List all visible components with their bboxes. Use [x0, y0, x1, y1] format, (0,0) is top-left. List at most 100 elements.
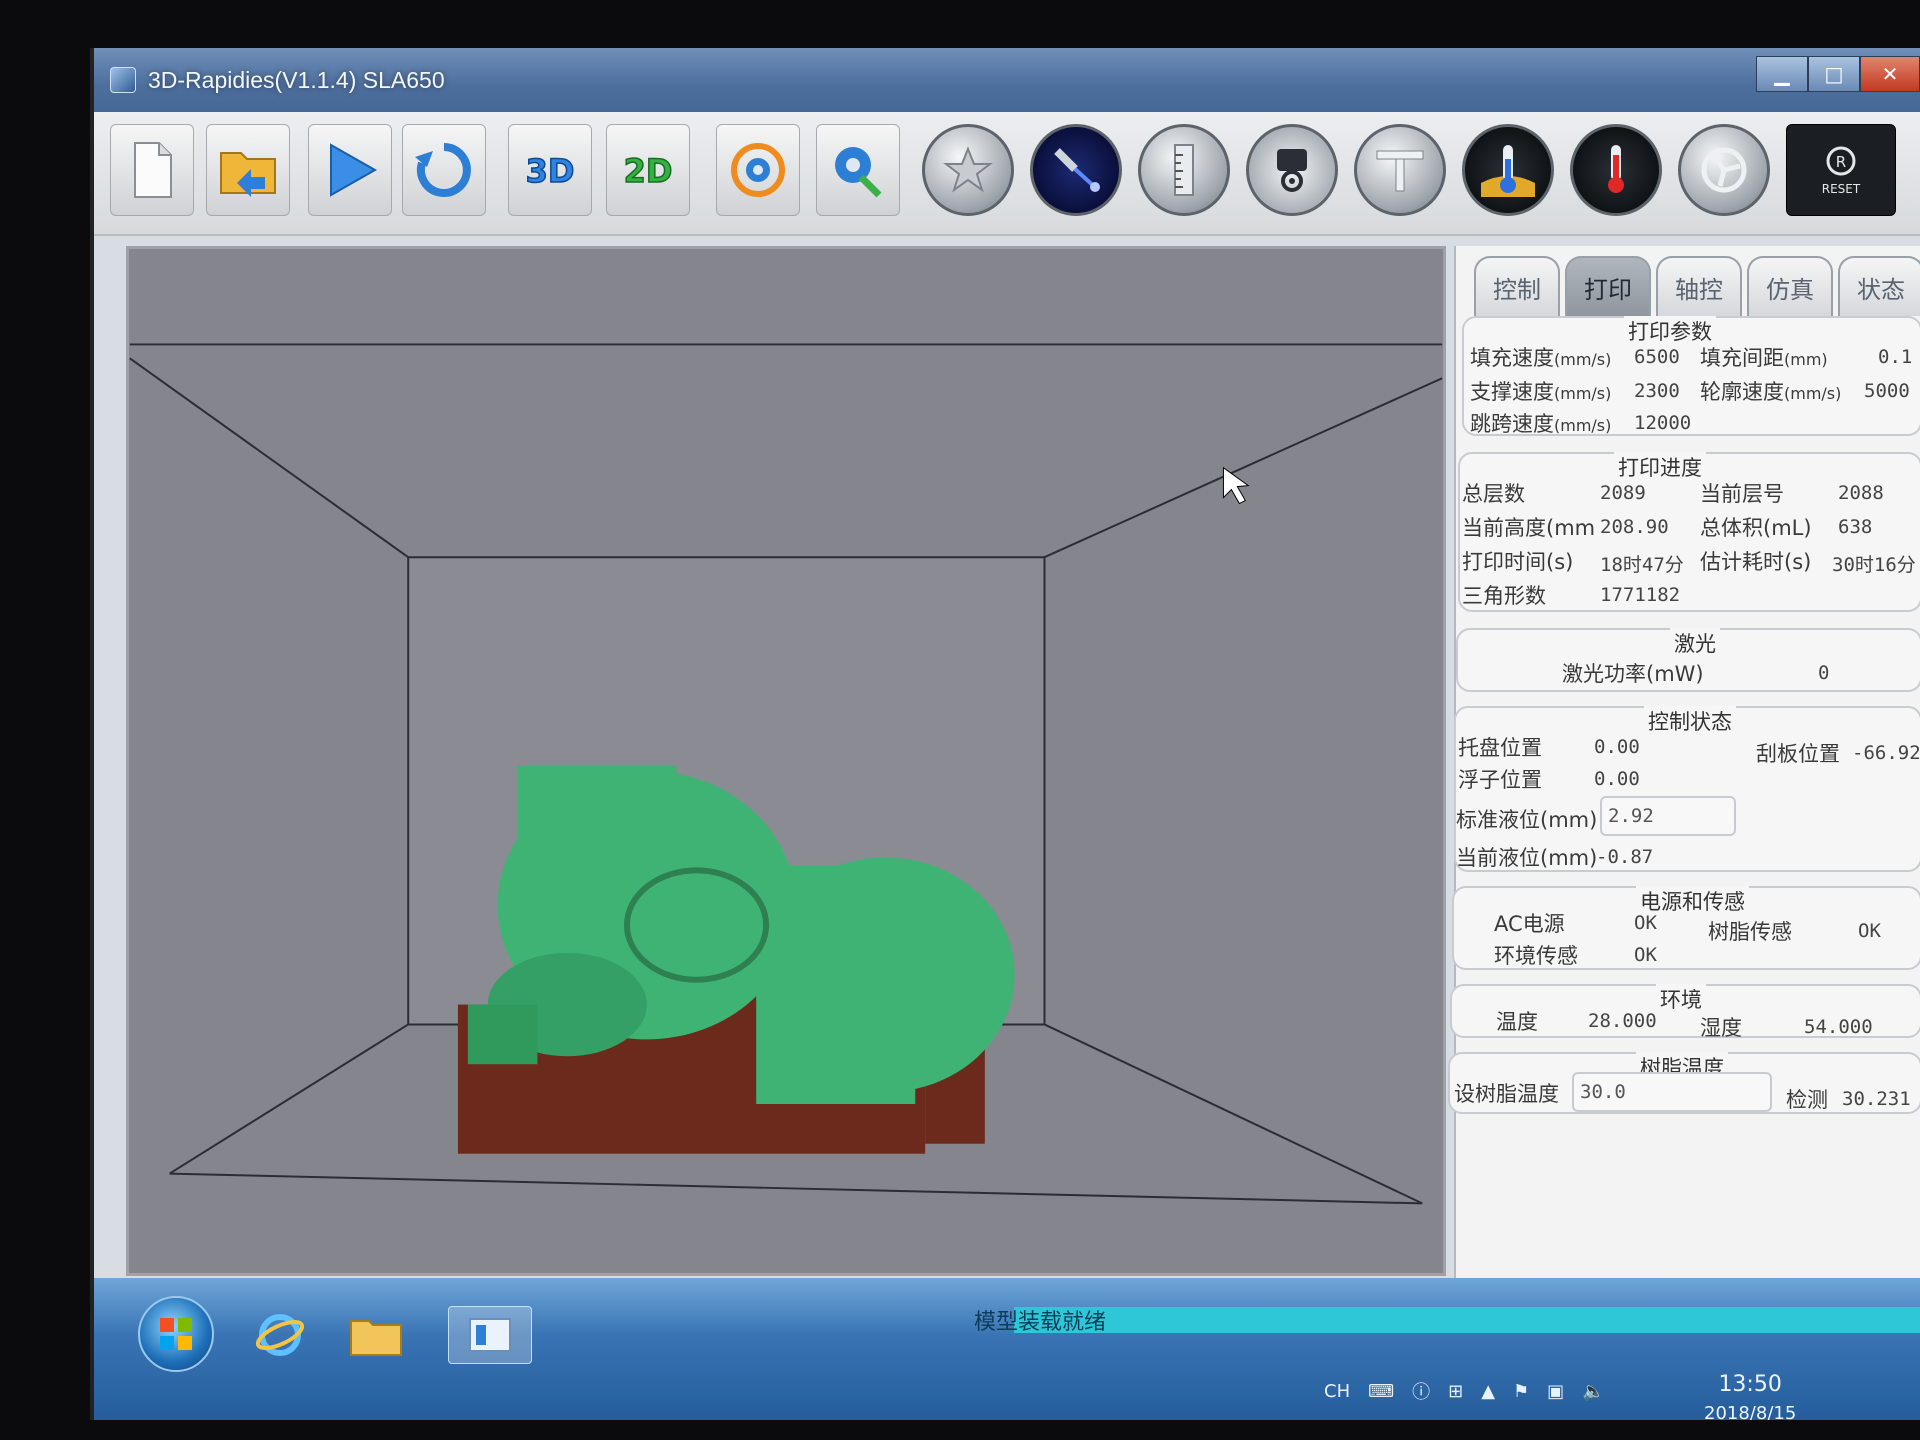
window-title: 3D-Rapidies(V1.1.4) SLA650 [148, 66, 445, 93]
refresh-icon [415, 143, 471, 197]
start-print-button[interactable] [308, 124, 392, 216]
open-file-button[interactable] [206, 124, 290, 216]
field-label: 打印时间(s) [1462, 550, 1574, 574]
start-button[interactable] [138, 1296, 214, 1372]
document-icon [134, 142, 172, 198]
monitor-frame: 3D-Rapidies(V1.1.4) SLA650 ▁ □ ✕ 3D 2D R… [0, 0, 1920, 1440]
thermometer-blue-icon [1481, 145, 1535, 197]
view-3d-button[interactable]: 3D [508, 124, 592, 216]
tab-axis[interactable]: 轴控 [1656, 256, 1742, 316]
tools-settings-button[interactable] [816, 124, 900, 216]
group-title: 激光 [1670, 628, 1720, 658]
group-title: 环境 [1656, 984, 1706, 1014]
minimize-icon[interactable]: ▁ [1756, 56, 1808, 92]
scraper-position-value: -66.92 [1852, 742, 1920, 764]
field-label: 浮子位置 [1458, 768, 1542, 792]
field-label: 总体积(mL) [1700, 516, 1812, 540]
level-button[interactable] [1138, 124, 1230, 216]
refresh-button[interactable] [402, 124, 486, 216]
resin-temp-input[interactable]: 30.0 [1572, 1072, 1772, 1112]
build-volume-render [129, 249, 1443, 1273]
tab-print[interactable]: 打印 [1565, 256, 1651, 316]
field-label: 总层数 [1462, 482, 1525, 506]
keyboard-icon[interactable]: ⌨ [1368, 1381, 1394, 1402]
unit-label: (mm) [1784, 350, 1828, 369]
field-label: 估计耗时(s) [1700, 550, 1812, 574]
toolbar: 3D 2D R RESET [94, 112, 1920, 236]
laser-group: 激光 激光功率(mW) 0 [1456, 628, 1920, 692]
explorer-taskbar-icon[interactable] [340, 1306, 412, 1364]
view-2d-button[interactable]: 2D [606, 124, 690, 216]
network-icon[interactable]: ⊞ [1448, 1381, 1463, 1402]
field-label: 轮廓速度 [1700, 380, 1784, 404]
show-hidden-icon[interactable]: ▲ [1481, 1381, 1495, 1402]
laser-power-value: 0 [1818, 662, 1830, 684]
help-icon[interactable]: ⓘ [1412, 1378, 1430, 1404]
close-icon[interactable]: ✕ [1860, 56, 1920, 92]
fan-button[interactable] [1678, 124, 1770, 216]
unit-label: (mm/s) [1554, 416, 1612, 435]
power-sensor-group: 电源和传感 AC电源 OK 树脂传感 OK 环境传感 OK [1452, 886, 1920, 970]
total-volume-value: 638 [1838, 516, 1873, 538]
2d-icon: 2D [623, 151, 673, 191]
settings-cycle-button[interactable] [716, 124, 800, 216]
field-label: 检测 [1786, 1088, 1828, 1112]
flag-icon[interactable]: ⚑ [1513, 1381, 1529, 1402]
tray-position-value: 0.00 [1594, 736, 1640, 758]
resin-temp-button[interactable] [1462, 124, 1554, 216]
clock[interactable]: 13:50 2018/8/15 [1704, 1372, 1796, 1420]
unit-label: (mm/s) [1554, 384, 1612, 403]
svg-text:R: R [1836, 153, 1846, 171]
resin-temp-detected-value: 30.231 [1842, 1088, 1911, 1110]
print-params-group: 打印参数 填充速度(mm/s) 6500 填充间距(mm) 0.1 支撑速度(m… [1462, 316, 1920, 436]
tab-simulation[interactable]: 仿真 [1747, 256, 1833, 316]
jump-speed-value: 12000 [1634, 412, 1692, 434]
reset-button[interactable]: R RESET [1786, 124, 1896, 216]
home-button[interactable] [922, 124, 1014, 216]
app-taskbar-button[interactable] [448, 1306, 532, 1364]
3d-icon: 3D [525, 151, 575, 191]
display-icon[interactable]: ▣ [1547, 1381, 1564, 1402]
fill-spacing-value: 0.1 [1878, 346, 1913, 368]
laser-button[interactable] [1030, 124, 1122, 216]
svg-text:3D: 3D [526, 152, 575, 190]
ruler-icon [1174, 144, 1194, 196]
resin-temp-group: 树脂温度 设树脂温度 30.0 检测 30.231 [1448, 1052, 1920, 1114]
field-label: 树脂传感 [1708, 920, 1792, 944]
tab-control[interactable]: 控制 [1474, 256, 1560, 316]
gear-wrench-icon [835, 147, 882, 198]
model-viewport[interactable] [126, 246, 1446, 1276]
system-tray: CH ⌨ ⓘ ⊞ ▲ ⚑ ▣ 🔈 [1324, 1378, 1605, 1404]
tab-status[interactable]: 状态 [1838, 256, 1920, 316]
new-file-button[interactable] [110, 124, 194, 216]
field-label: 填充速度 [1470, 346, 1554, 370]
motor-button[interactable] [1246, 124, 1338, 216]
heater-button[interactable] [1570, 124, 1662, 216]
field-label: 托盘位置 [1458, 736, 1542, 760]
total-layers-value: 2089 [1600, 482, 1646, 504]
fan-icon [1701, 147, 1747, 193]
ie-taskbar-icon[interactable] [244, 1306, 316, 1364]
field-label: 刮板位置 [1756, 742, 1840, 766]
field-label: AC电源 [1494, 912, 1565, 936]
field-label: 当前高度(mm [1462, 516, 1596, 540]
maximize-icon[interactable]: □ [1808, 56, 1860, 92]
star-icon [943, 146, 993, 193]
print-time-value: 18时47分 [1600, 554, 1684, 576]
fill-speed-value: 6500 [1634, 346, 1680, 368]
current-layer-value: 2088 [1838, 482, 1884, 504]
humidity-value: 54.000 [1804, 1016, 1873, 1038]
t-handle-icon [1376, 150, 1424, 192]
contour-speed-value: 5000 [1864, 380, 1910, 402]
panel-tabs: 控制 打印 轴控 仿真 状态 [1474, 256, 1920, 316]
environment-group: 环境 温度 28.000 湿度 54.000 [1450, 984, 1920, 1040]
volume-icon[interactable]: 🔈 [1582, 1381, 1604, 1402]
print-progress-group: 打印进度 总层数 2089 当前层号 2088 当前高度(mm 208.90 总… [1458, 452, 1920, 612]
std-level-input[interactable]: 2.92 [1600, 796, 1736, 836]
title-bar[interactable]: 3D-Rapidies(V1.1.4) SLA650 ▁ □ ✕ [94, 48, 1920, 112]
field-label: 湿度 [1700, 1016, 1742, 1040]
ac-status-value: OK [1634, 912, 1657, 934]
scraper-button[interactable] [1354, 124, 1446, 216]
status-strip [1014, 1307, 1920, 1333]
language-indicator[interactable]: CH [1324, 1381, 1350, 1402]
